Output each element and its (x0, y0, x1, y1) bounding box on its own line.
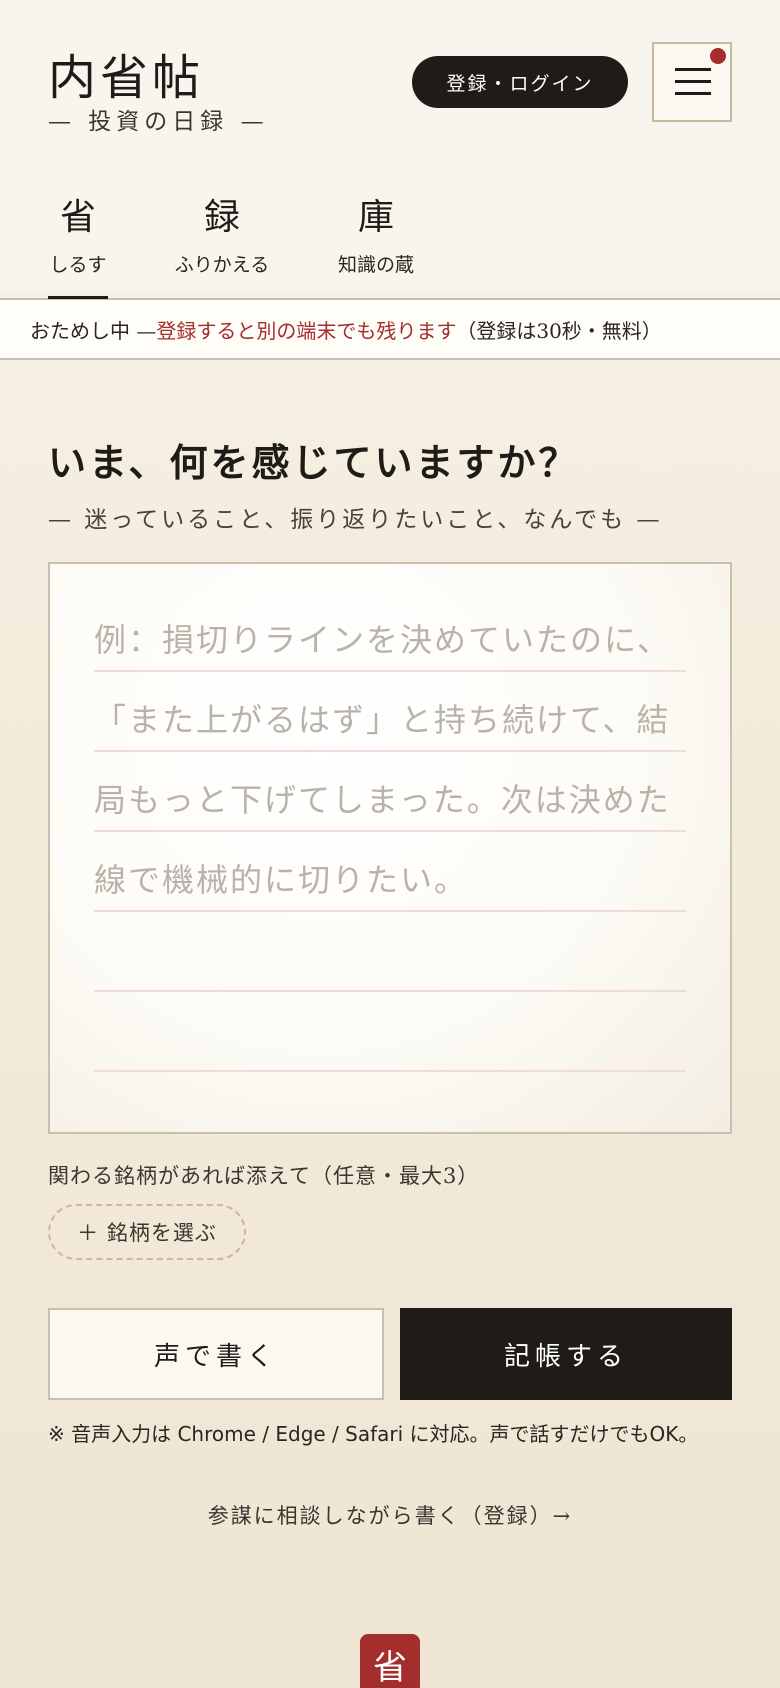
notice-register-link[interactable]: 登録すると別の端末でも残ります (156, 315, 456, 344)
voice-support-note: ※ 音声入力は Chrome / Edge / Safari に対応。声で話すだ… (48, 1422, 699, 1446)
tab-label: ふりかえる (174, 254, 270, 276)
tab-kanji: 録 (203, 197, 240, 238)
tab-shirusu[interactable]: 省 しるす (48, 196, 108, 277)
ticker-label: 関わる銘柄があれば添えて（任意・最大3） (48, 1164, 480, 1188)
tab-kanji: 省 (59, 197, 96, 238)
notice-suffix: （登録は30秒・無料） (456, 318, 662, 343)
tab-label: しるす (49, 254, 107, 276)
brand-subtitle: — 投資の日録 — (48, 109, 269, 135)
submit-entry-button[interactable]: 記帳する (400, 1308, 732, 1400)
tab-label: 知識の蔵 (337, 254, 414, 276)
active-tab-indicator (48, 296, 108, 299)
consult-advisor-link[interactable]: 参謀に相談しながら書く（登録）→ (0, 1500, 780, 1530)
trial-notice-banner: おためし中 — 登録すると別の端末でも残ります （登録は30秒・無料） (0, 298, 780, 360)
entry-subtitle: — 迷っていること、振り返りたいこと、なんでも — (48, 507, 663, 533)
tab-furikaeru[interactable]: 録 ふりかえる (170, 196, 274, 277)
ruled-line (94, 990, 686, 992)
select-ticker-button[interactable]: ＋ 銘柄を選ぶ (48, 1204, 246, 1260)
entry-question: いま、何を感じていますか？ (48, 440, 580, 485)
login-button[interactable]: 登録・ログイン (412, 56, 628, 108)
textarea-placeholder: 例：損切りラインを決めていたのに、「また上がるはず」と持ち続けて、結局もっと下げ… (94, 621, 672, 899)
footer-logo-badge: 省 (360, 1634, 420, 1688)
voice-input-button[interactable]: 声で書く (48, 1308, 384, 1400)
brand-title[interactable]: 内省帖 (48, 38, 204, 108)
journal-textarea[interactable]: 例：損切りラインを決めていたのに、「また上がるはず」と持ち続けて、結局もっと下げ… (48, 562, 732, 1134)
notice-prefix: おためし中 — (30, 318, 157, 343)
notification-dot (710, 48, 726, 64)
menu-button[interactable] (652, 42, 732, 122)
tab-kanji: 庫 (357, 197, 394, 238)
ruled-line (94, 1070, 686, 1072)
tab-chishiki[interactable]: 庫 知識の蔵 (334, 196, 418, 277)
